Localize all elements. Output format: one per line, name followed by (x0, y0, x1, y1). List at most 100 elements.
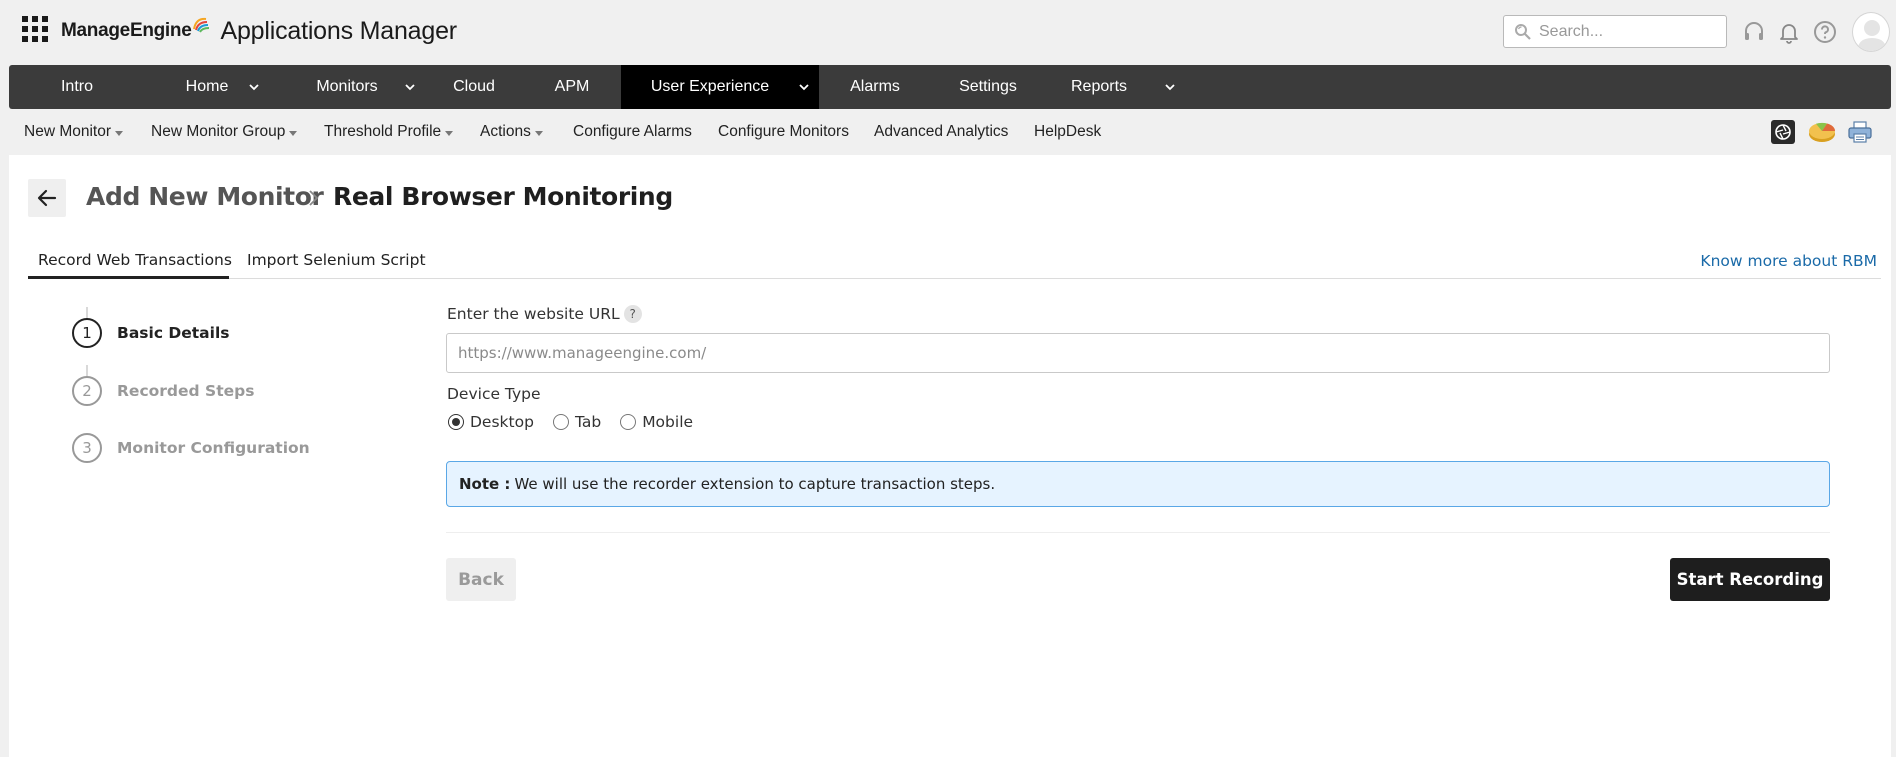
device-desktop-radio[interactable]: Desktop (448, 413, 534, 431)
url-field-label: Enter the website URL? (447, 305, 642, 323)
brand-swirl-icon (193, 17, 210, 33)
nav-monitors[interactable]: Monitors (269, 65, 425, 109)
nav-cloud[interactable]: Cloud (425, 65, 523, 109)
chevron-down-icon[interactable] (405, 82, 415, 92)
help-icon[interactable] (1813, 20, 1837, 44)
app-launcher-icon[interactable] (22, 16, 48, 42)
caret-down-icon (445, 130, 454, 136)
nav-label: Reports (1070, 78, 1128, 95)
step-basic-details: 1 Basic Details (72, 318, 230, 348)
tab-record-web-transactions[interactable]: Record Web Transactions (28, 245, 232, 279)
device-mobile-radio[interactable]: Mobile (620, 413, 693, 431)
step-number: 1 (72, 318, 102, 348)
actions-menu[interactable]: Actions (480, 112, 543, 152)
nav-label: Alarms (850, 78, 900, 95)
nav-intro[interactable]: Intro (9, 65, 145, 109)
step-label: Basic Details (117, 324, 230, 342)
nav-apm[interactable]: APM (523, 65, 621, 109)
chevron-down-icon[interactable] (799, 82, 809, 92)
nav-label: Intro (60, 78, 93, 95)
radio-label: Tab (574, 413, 602, 431)
menu-label: New Monitor (24, 123, 111, 140)
bell-notification-icon[interactable] (1777, 20, 1801, 44)
step-number: 3 (72, 433, 102, 463)
brand-logo[interactable]: ManageEngine Applications Manager (61, 14, 457, 48)
note-text: We will use the recorder extension to ca… (514, 475, 996, 493)
back-arrow-button[interactable] (28, 179, 66, 217)
nav-alarms[interactable]: Alarms (819, 65, 931, 109)
tab-bar: Record Web Transactions Import Selenium … (28, 245, 1881, 279)
chevron-right-icon (309, 190, 319, 206)
tab-label: Record Web Transactions (38, 251, 232, 269)
nav-home[interactable]: Home (145, 65, 269, 109)
search-input[interactable] (1539, 22, 1719, 41)
tab-import-selenium-script[interactable]: Import Selenium Script (247, 245, 426, 279)
tab-label: Import Selenium Script (247, 251, 426, 269)
content-panel: Add New Monitor Real Browser Monitoring … (9, 155, 1891, 757)
menu-label: New Monitor Group (151, 123, 286, 140)
radio-label: Desktop (470, 413, 534, 431)
radio-button-checked[interactable] (448, 414, 464, 430)
step-monitor-configuration: 3 Monitor Configuration (72, 433, 310, 463)
chevron-down-icon[interactable] (249, 82, 259, 92)
nav-label: Settings (959, 78, 1017, 95)
menu-label: Threshold Profile (324, 123, 442, 140)
website-url-input[interactable] (446, 333, 1830, 373)
menu-label: Configure Monitors (718, 123, 849, 140)
menu-label: HelpDesk (1034, 123, 1102, 140)
nav-reports[interactable]: Reports (1045, 65, 1179, 109)
caret-down-icon (534, 130, 543, 136)
advanced-analytics-link[interactable]: Advanced Analytics (874, 112, 1008, 152)
threshold-profile-menu[interactable]: Threshold Profile (324, 112, 454, 152)
caret-down-icon (115, 130, 123, 136)
menu-label: Advanced Analytics (874, 123, 1009, 140)
pie-chart-icon[interactable] (1807, 119, 1837, 145)
nav-label: Cloud (453, 78, 495, 95)
step-label: Recorded Steps (117, 382, 255, 400)
page-title: Real Browser Monitoring (333, 182, 673, 211)
user-avatar[interactable] (1852, 12, 1890, 52)
nav-user-experience[interactable]: User Experience (621, 65, 819, 109)
device-tab-radio[interactable]: Tab (552, 413, 602, 431)
user-silhouette-icon (1857, 20, 1887, 51)
global-search[interactable] (1503, 15, 1727, 48)
configure-alarms-link[interactable]: Configure Alarms (573, 112, 692, 152)
caret-down-icon (289, 130, 298, 136)
device-type-radio-group: Desktop Tab Mobile (448, 411, 712, 433)
nav-label: Home (185, 78, 229, 95)
url-label-text: Enter the website URL (447, 305, 620, 323)
know-more-rbm-link[interactable]: Know more about RBM (1700, 252, 1877, 270)
main-nav: Intro Home Monitors Cloud APM User Exper… (9, 65, 1891, 109)
chevron-down-icon[interactable] (1165, 82, 1175, 92)
nav-settings[interactable]: Settings (931, 65, 1045, 109)
help-tooltip-icon[interactable]: ? (623, 305, 642, 323)
radio-button[interactable] (620, 414, 637, 430)
nav-label: APM (554, 78, 590, 95)
radio-button[interactable] (552, 414, 569, 430)
new-monitor-group-menu[interactable]: New Monitor Group (151, 112, 298, 152)
nav-label: Monitors (316, 78, 378, 95)
new-monitor-menu[interactable]: New Monitor (24, 112, 123, 152)
nav-label: User Experience (650, 78, 770, 95)
brand-name: ManageEngine (61, 20, 192, 41)
note-title: Note : (459, 475, 511, 493)
configure-monitors-link[interactable]: Configure Monitors (718, 112, 849, 152)
menu-label: Actions (480, 123, 531, 140)
printer-icon[interactable] (1847, 119, 1873, 145)
info-note: Note : We will use the recorder extensio… (446, 461, 1830, 507)
breadcrumb-add-new-monitor[interactable]: Add New Monitor (86, 182, 324, 211)
helpdesk-link[interactable]: HelpDesk (1034, 112, 1101, 152)
step-number: 2 (72, 376, 102, 406)
search-icon (1515, 23, 1531, 40)
step-label: Monitor Configuration (117, 439, 310, 457)
form-divider (446, 532, 1830, 533)
camera-shutter-icon[interactable] (1770, 119, 1796, 145)
back-button[interactable]: Back (446, 558, 516, 601)
start-recording-button[interactable]: Start Recording (1670, 558, 1830, 601)
headset-support-icon[interactable] (1742, 20, 1766, 44)
step-recorded-steps: 2 Recorded Steps (72, 376, 254, 406)
sub-toolbar: New Monitor New Monitor Group Threshold … (0, 112, 1896, 152)
radio-label: Mobile (642, 413, 694, 431)
menu-label: Configure Alarms (573, 123, 692, 140)
app-title: Applications Manager (220, 16, 457, 45)
